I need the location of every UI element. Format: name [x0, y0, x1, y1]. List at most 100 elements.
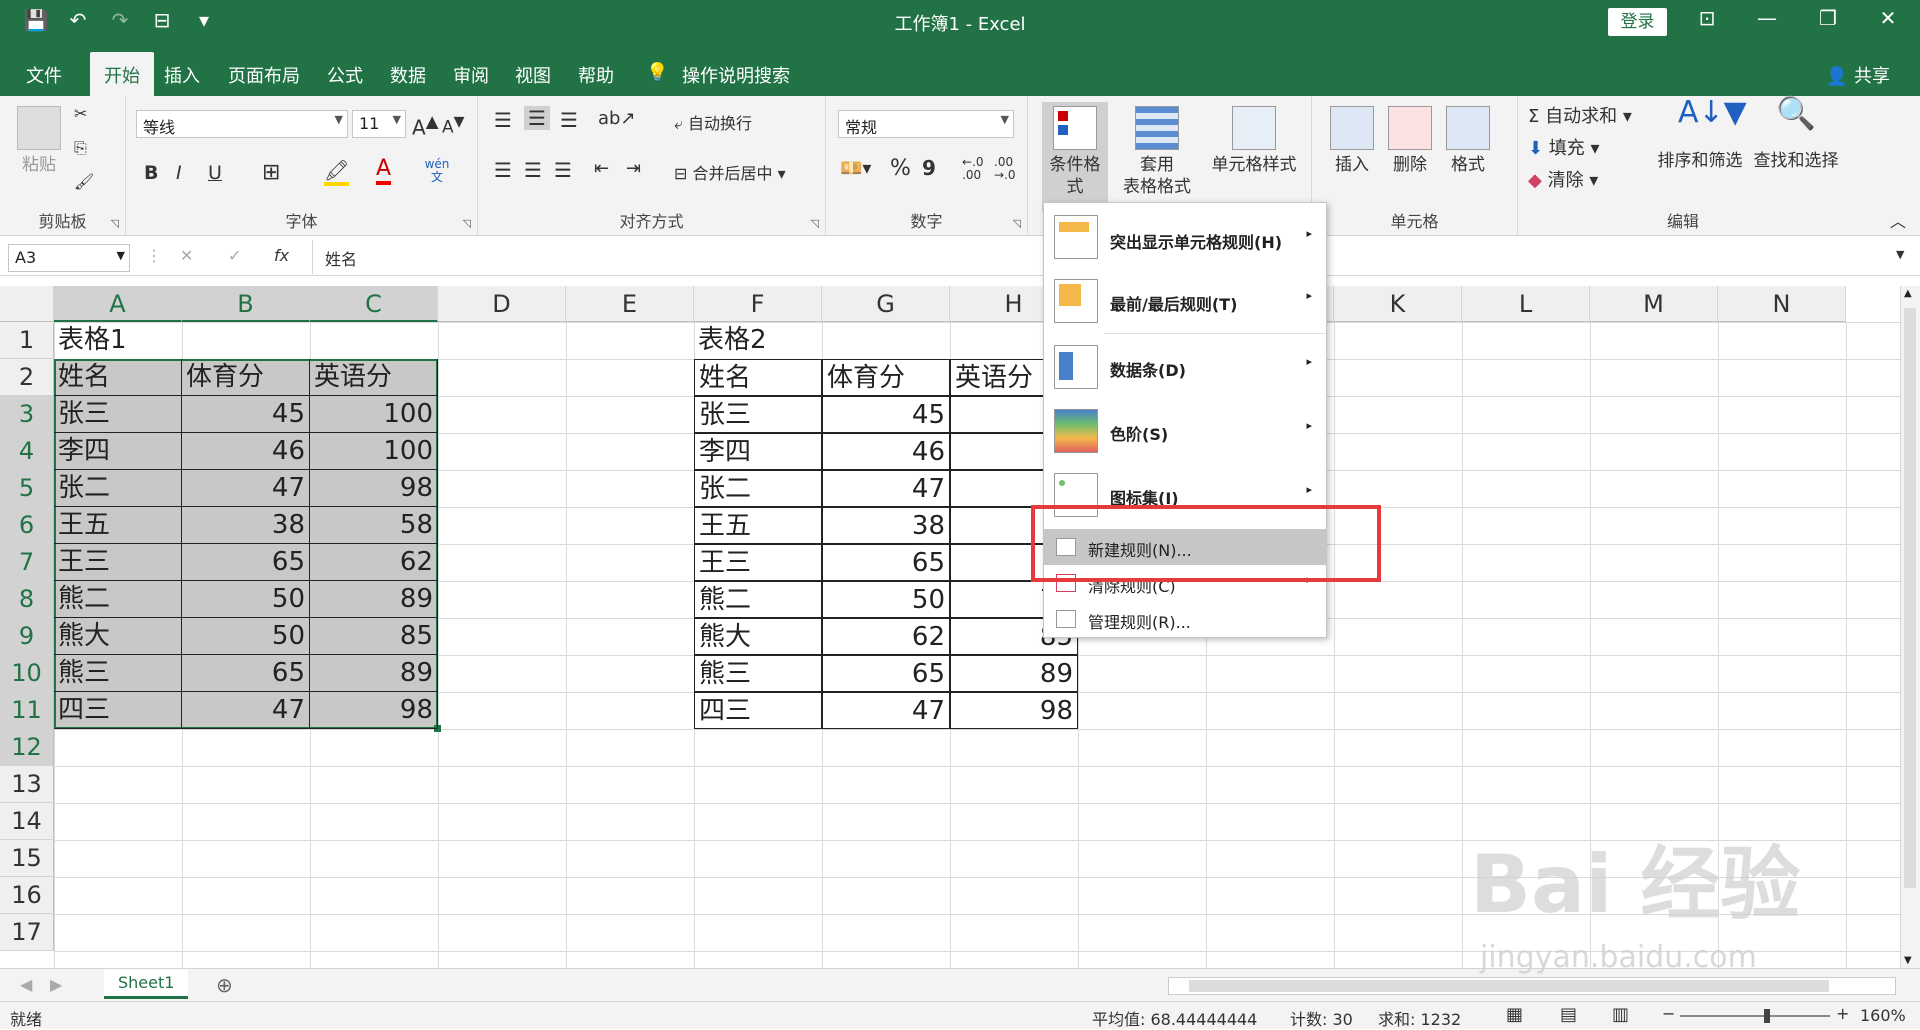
table2-cell[interactable]: 89 [950, 655, 1078, 692]
tell-me-search[interactable]: 操作说明搜索 [682, 62, 790, 88]
table2-cell[interactable]: 65 [822, 655, 950, 692]
fill-color-icon[interactable]: 🖍 [324, 158, 350, 186]
table2-cell[interactable]: 王三 [694, 544, 822, 581]
row-header-2[interactable]: 2 [0, 359, 54, 396]
delete-cells-button[interactable]: 删除 [1384, 106, 1436, 176]
table1-cell[interactable]: 李四 [54, 433, 182, 470]
table2-cell[interactable]: 王五 [694, 507, 822, 544]
table2-cell[interactable]: 46 [822, 433, 950, 470]
currency-icon[interactable]: 💴▾ [840, 158, 871, 179]
row-header-1[interactable]: 1 [0, 322, 54, 359]
align-bottom-icon[interactable]: ☰ [560, 108, 578, 132]
format-cells-button[interactable]: 格式 [1442, 106, 1494, 176]
zoom-slider[interactable] [1680, 1009, 1830, 1023]
row-header-3[interactable]: 3 [0, 396, 54, 433]
insert-cells-button[interactable]: 插入 [1326, 106, 1378, 176]
bold-button[interactable]: B [144, 162, 158, 184]
zoom-out-icon[interactable]: − [1662, 1004, 1675, 1023]
menu-top-bottom-rules[interactable]: 最前/最后规则(T) ▸ [1044, 271, 1326, 331]
phonetic-icon[interactable]: wén 文 [422, 158, 452, 184]
table1-cell[interactable]: 47 [182, 470, 310, 507]
table2-cell[interactable]: 47 [822, 692, 950, 729]
font-name-field[interactable]: 等线 ▼ [136, 110, 348, 138]
tab-file[interactable]: 文件 [26, 62, 62, 88]
row-header-11[interactable]: 11 [0, 692, 54, 729]
number-format-field[interactable]: 常规 ▼ [838, 110, 1014, 138]
collapse-ribbon-icon[interactable]: ︿ [1890, 208, 1906, 232]
decrease-decimal-icon[interactable]: .00 →.0 [994, 156, 1018, 182]
copy-icon[interactable]: ⎘ [74, 138, 87, 158]
align-left-icon[interactable]: ☰ [494, 158, 512, 182]
column-header-k[interactable]: K [1334, 286, 1462, 322]
table1-cell[interactable]: 体育分 [182, 359, 310, 396]
row-header-12[interactable]: 12 [0, 729, 54, 766]
table1-cell[interactable]: 100 [310, 396, 438, 433]
table1-cell[interactable]: 50 [182, 581, 310, 618]
orientation-icon[interactable]: ab↗ [598, 108, 636, 129]
row-header-6[interactable]: 6 [0, 507, 54, 544]
comma-button[interactable]: 9 [922, 156, 936, 180]
horizontal-scrollbar[interactable] [1168, 977, 1896, 995]
autosum-button[interactable]: Σ 自动求和 ▾ [1528, 102, 1632, 128]
fill-button[interactable]: ⬇ 填充 ▾ [1528, 134, 1600, 160]
add-sheet-icon[interactable]: ⊕ [216, 973, 233, 997]
table2-cell[interactable]: 熊二 [694, 581, 822, 618]
table2-cell[interactable]: 姓名 [694, 359, 822, 396]
cancel-icon[interactable]: ✕ [180, 246, 193, 265]
table1-cell[interactable]: 熊二 [54, 581, 182, 618]
align-center-icon[interactable]: ☰ [524, 158, 542, 182]
select-all-corner[interactable] [0, 286, 54, 322]
table2-cell[interactable]: 李四 [694, 433, 822, 470]
percent-button[interactable]: % [890, 156, 911, 181]
expand-formula-icon[interactable]: ▼ [1896, 248, 1904, 261]
zoom-in-icon[interactable]: + [1836, 1004, 1849, 1023]
tab-page-layout[interactable]: 页面布局 [228, 62, 300, 88]
cell-styles-button[interactable]: 单元格样式 [1204, 106, 1304, 176]
close-icon[interactable]: ✕ [1868, 6, 1908, 30]
tab-review[interactable]: 审阅 [453, 62, 489, 88]
table1-cell[interactable]: 王五 [54, 507, 182, 544]
row-header-5[interactable]: 5 [0, 470, 54, 507]
wrap-text-button[interactable]: ⤶ 自动换行 [674, 110, 752, 134]
tab-help[interactable]: 帮助 [578, 62, 614, 88]
table2-cell[interactable]: 62 [822, 618, 950, 655]
table1-cell[interactable]: 58 [310, 507, 438, 544]
table1-cell[interactable]: 王三 [54, 544, 182, 581]
table1-cell[interactable]: 65 [182, 655, 310, 692]
name-box[interactable]: A3 ▼ [8, 244, 130, 272]
menu-data-bars[interactable]: 数据条(D) ▸ [1044, 337, 1326, 397]
table1-cell[interactable]: 38 [182, 507, 310, 544]
restore-icon[interactable]: ❐ [1808, 6, 1848, 30]
table1-cell[interactable]: 62 [310, 544, 438, 581]
tab-view[interactable]: 视图 [515, 62, 551, 88]
align-middle-icon[interactable]: ☰ [524, 106, 550, 130]
table2-cell[interactable]: 张三 [694, 396, 822, 433]
increase-indent-icon[interactable]: ⇥ [626, 158, 641, 179]
table2-cell[interactable]: 65 [822, 544, 950, 581]
row-header-7[interactable]: 7 [0, 544, 54, 581]
insert-function-icon[interactable]: fx [274, 246, 289, 265]
underline-button[interactable]: U [208, 162, 222, 184]
column-header-n[interactable]: N [1718, 286, 1846, 322]
column-header-b[interactable]: B [182, 286, 310, 322]
column-header-c[interactable]: C [310, 286, 438, 322]
borders-icon[interactable]: ⊞ [262, 160, 280, 185]
menu-manage-rules[interactable]: 管理规则(R)... [1044, 601, 1326, 637]
hscroll-thumb[interactable] [1189, 980, 1829, 992]
row-header-8[interactable]: 8 [0, 581, 54, 618]
row-header-16[interactable]: 16 [0, 877, 54, 914]
table1-cell[interactable]: 英语分 [310, 359, 438, 396]
tab-home[interactable]: 开始 [90, 52, 154, 96]
menu-highlight-rules[interactable]: 突出显示单元格规则(H) ▸ [1044, 207, 1326, 267]
column-header-d[interactable]: D [438, 286, 566, 322]
table1-cell[interactable]: 熊三 [54, 655, 182, 692]
table1-cell[interactable]: 姓名 [54, 359, 182, 396]
paste-button[interactable]: 粘贴 [14, 106, 64, 176]
menu-color-scales[interactable]: 色阶(S) ▸ [1044, 401, 1326, 461]
table1-cell[interactable]: 98 [310, 470, 438, 507]
italic-button[interactable]: I [176, 162, 182, 184]
table1-cell[interactable]: 47 [182, 692, 310, 729]
table2-cell[interactable]: 45 [822, 396, 950, 433]
column-header-m[interactable]: M [1590, 286, 1718, 322]
table1-cell[interactable]: 46 [182, 433, 310, 470]
